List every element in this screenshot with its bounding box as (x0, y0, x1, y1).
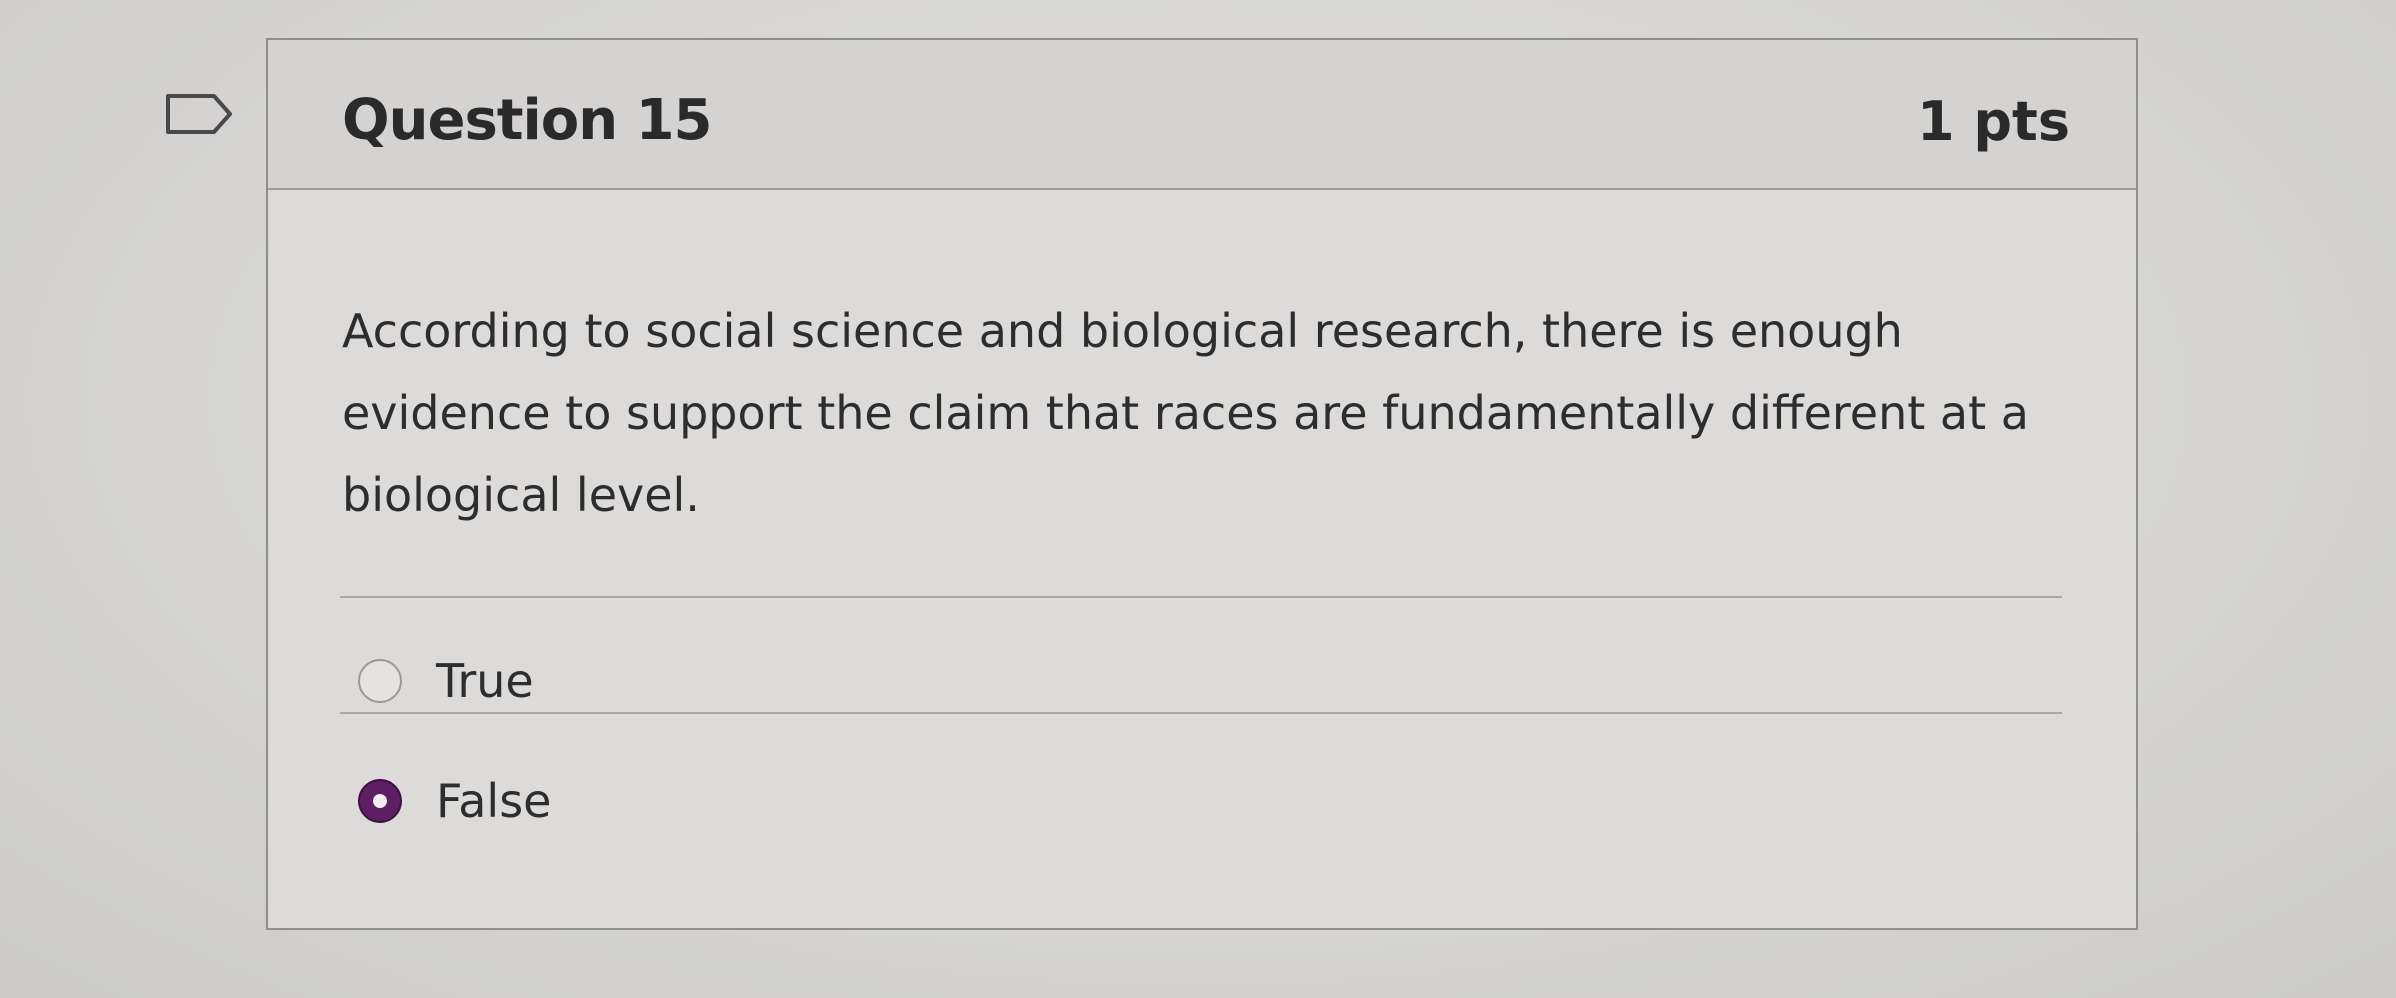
answer-divider (340, 596, 2062, 598)
radio-false-selected[interactable] (358, 779, 402, 823)
answer-option-false[interactable]: False (358, 774, 551, 828)
question-points: 1 pts (1917, 90, 2070, 153)
question-header: Question 15 1 pts (268, 40, 2136, 190)
question-card: Question 15 1 pts According to social sc… (266, 38, 2138, 930)
radio-true[interactable] (358, 659, 402, 703)
answer-label-true: True (436, 654, 534, 708)
answer-option-true[interactable]: True (358, 654, 534, 708)
answer-label-false: False (436, 774, 552, 828)
flag-question-icon[interactable] (164, 92, 236, 136)
question-title: Question 15 (342, 88, 713, 153)
question-text: According to social science and biologic… (342, 304, 2029, 522)
answer-divider (340, 712, 2062, 714)
